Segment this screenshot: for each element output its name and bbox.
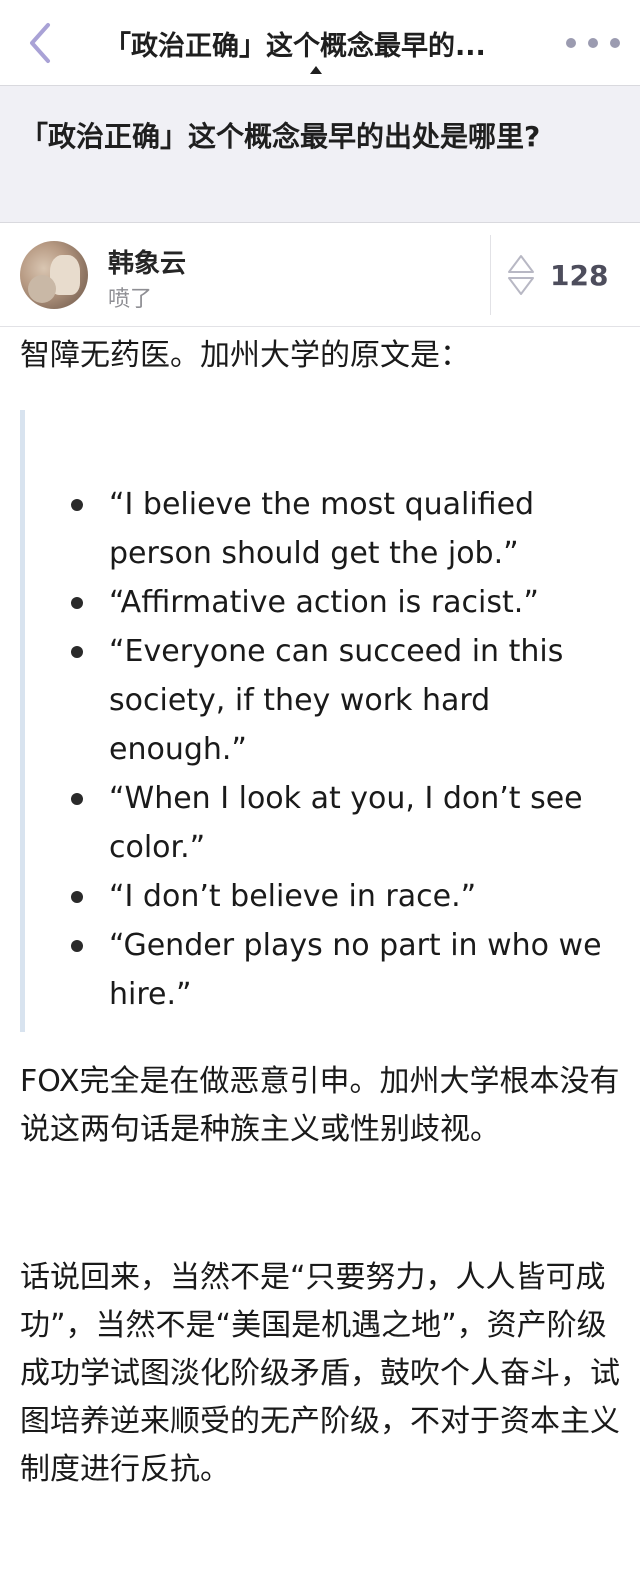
answer-body: 智障无药医。加州大学的原文是：: [0, 327, 640, 380]
list-item: “Everyone can succeed in this society, i…: [67, 627, 607, 774]
vote-arrows-icon: [508, 255, 534, 295]
list-item-text: “Affirmative action is racist.”: [109, 585, 539, 620]
chevron-left-icon: [30, 23, 50, 63]
author-name[interactable]: 韩象云: [108, 243, 186, 280]
quote-list: “I believe the most qualified person sho…: [67, 480, 607, 1019]
more-button[interactable]: [566, 30, 620, 56]
avatar-figure: [28, 275, 56, 303]
list-item: “I don’t believe in race.”: [67, 872, 607, 921]
author-row: 韩象云 喷了 128: [0, 223, 640, 327]
list-item: “Affirmative action is racist.”: [67, 578, 607, 627]
bullet-icon: [71, 793, 83, 805]
more-dot: [566, 38, 576, 48]
vote-button[interactable]: 128: [506, 251, 616, 299]
back-button[interactable]: [18, 18, 62, 68]
list-item-text: “Gender plays no part in who we hire.”: [109, 928, 602, 1012]
more-dot: [610, 38, 620, 48]
list-item: “Gender plays no part in who we hire.”: [67, 921, 607, 1019]
avatar[interactable]: [20, 241, 88, 309]
bullet-icon: [71, 499, 83, 511]
bullet-icon: [71, 597, 83, 609]
bullet-icon: [71, 646, 83, 658]
caret-up-icon: [310, 66, 322, 74]
list-item-text: “I believe the most qualified person sho…: [109, 487, 535, 571]
nav-title[interactable]: 「政治正确」这个概念最早的...: [104, 24, 544, 63]
list-item-text: “When I look at you, I don’t see color.”: [109, 781, 583, 865]
bullet-icon: [71, 940, 83, 952]
answer-paragraph: 话说回来，当然不是“只要努力，人人皆可成功”，当然不是“美国是机遇之地”，资产阶…: [20, 1260, 620, 1487]
answer-intro: 智障无药医。加州大学的原文是：: [20, 338, 470, 373]
more-dot: [588, 38, 598, 48]
question-banner[interactable]: 「政治正确」这个概念最早的出处是哪里?: [0, 86, 640, 223]
list-item: “I believe the most qualified person sho…: [67, 480, 607, 578]
navbar: 「政治正确」这个概念最早的...: [0, 0, 640, 86]
divider: [490, 235, 491, 315]
list-item-text: “I don’t believe in race.”: [109, 879, 477, 914]
answer-paragraph: FOX完全是在做恶意引申。加州大学根本没有说这两句话是种族主义或性别歧视。: [20, 1064, 620, 1147]
blockquote: “I believe the most qualified person sho…: [20, 410, 620, 1032]
vote-count: 128: [550, 258, 609, 292]
list-item: “When I look at you, I don’t see color.”: [67, 774, 607, 872]
bullet-icon: [71, 891, 83, 903]
list-item-text: “Everyone can succeed in this society, i…: [109, 634, 564, 767]
question-title: 「政治正确」这个概念最早的出处是哪里?: [20, 120, 541, 153]
author-bio: 喷了: [108, 287, 153, 312]
